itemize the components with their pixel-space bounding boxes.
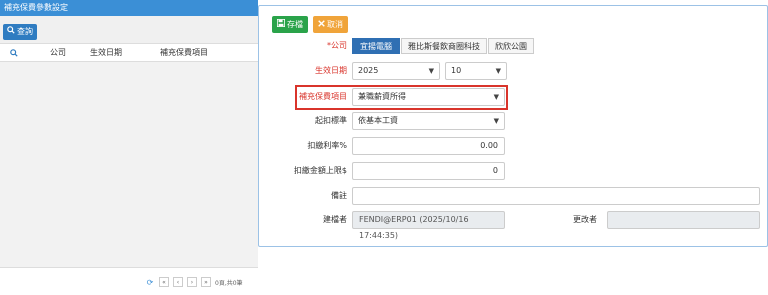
year-select[interactable]: 2025 ▼ — [352, 62, 440, 80]
note-input[interactable] — [352, 187, 760, 205]
save-button-label: 存檔 — [287, 20, 303, 29]
chevron-down-icon: ▼ — [493, 117, 499, 125]
panel-title: 補充保費參數設定 — [0, 0, 258, 16]
grid-body — [0, 62, 258, 268]
year-value: 2025 — [358, 66, 379, 75]
threshold-label: 起扣標準 — [315, 116, 347, 125]
close-icon — [318, 16, 325, 33]
month-select[interactable]: 10 ▼ — [445, 62, 507, 80]
effective-date-label: 生效日期 — [315, 66, 347, 75]
chevron-down-icon: ▼ — [493, 93, 499, 101]
page-info: 0頁,共0筆 — [215, 279, 243, 287]
creator-label: 建檔者 — [323, 215, 347, 224]
save-button[interactable]: 存檔 — [272, 16, 308, 33]
search-icon — [7, 24, 15, 40]
month-value: 10 — [451, 66, 462, 75]
supplement-item-select[interactable]: 兼職薪資所得 ▼ — [352, 88, 505, 106]
rate-input[interactable]: 0.00 — [352, 137, 505, 155]
threshold-value: 依基本工資 — [358, 116, 398, 125]
note-label: 備註 — [331, 191, 347, 200]
cancel-button-label: 取消 — [327, 20, 343, 29]
cancel-button[interactable]: 取消 — [313, 16, 348, 33]
query-button[interactable]: 查詢 — [3, 24, 37, 40]
tab-company-3[interactable]: 欣欣公園 — [488, 38, 534, 54]
table-header: 公司 生效日期 補充保費項目 — [0, 44, 258, 62]
column-header-supplement-item[interactable]: 補充保費項目 — [160, 44, 208, 62]
company-label: *公司 — [327, 41, 347, 50]
column-header-effective-date[interactable]: 生效日期 — [90, 44, 122, 62]
threshold-select[interactable]: 依基本工資 ▼ — [352, 112, 505, 130]
tab-company-1[interactable]: 宜揚電腦 — [352, 38, 400, 54]
form-panel: 存檔 取消 *公司 宜揚電腦 雅比斯餐飲商圈科技 欣欣公園 生效日期 2025 … — [258, 5, 768, 247]
prev-page-button[interactable]: ‹ — [173, 277, 183, 287]
modifier-field — [607, 211, 760, 229]
pagination: ⟳ « ‹ › » 0頁,共0筆 — [145, 276, 243, 288]
last-page-button[interactable]: » — [201, 277, 211, 287]
cap-label: 扣繳金額上限$ — [293, 166, 347, 175]
modifier-label: 更改者 — [573, 215, 597, 224]
next-page-button[interactable]: › — [187, 277, 197, 287]
creator-field: FENDI@ERP01 (2025/10/16 17:44:35) — [352, 211, 505, 240]
rate-label: 扣繳利率% — [307, 141, 347, 150]
supplement-item-label: 補充保費項目 — [299, 92, 347, 101]
chevron-down-icon: ▼ — [428, 67, 434, 75]
supplement-item-value: 兼職薪資所得 — [358, 92, 406, 101]
left-panel: 補充保費參數設定 查詢 公司 生效日期 補充保費項目 ⟳ « ‹ › » 0頁,… — [0, 0, 258, 295]
first-page-button[interactable]: « — [159, 277, 169, 287]
cap-input[interactable]: 0 — [352, 162, 505, 180]
tab-company-2[interactable]: 雅比斯餐飲商圈科技 — [401, 38, 487, 54]
refresh-icon[interactable]: ⟳ — [145, 277, 155, 287]
column-search-icon[interactable] — [10, 44, 18, 62]
left-toolbar: 查詢 — [0, 16, 258, 44]
column-header-company[interactable]: 公司 — [50, 44, 66, 62]
floppy-icon — [277, 16, 285, 33]
chevron-down-icon: ▼ — [495, 67, 501, 75]
query-button-label: 查詢 — [17, 27, 33, 36]
